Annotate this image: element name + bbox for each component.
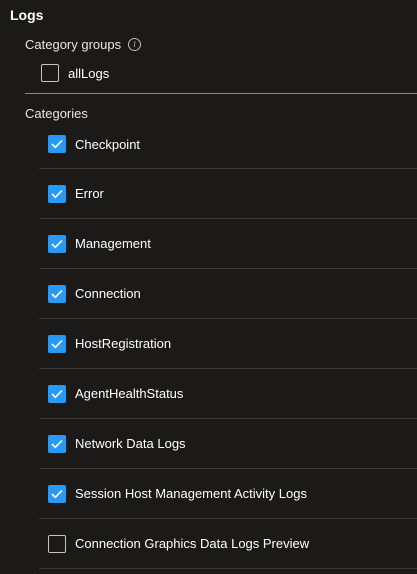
category-label: Connection (75, 286, 141, 301)
checkbox-hostregistration[interactable] (48, 334, 66, 353)
category-label: Checkpoint (75, 136, 141, 152)
categories-list: Checkpoint Error Management Connection H… (39, 120, 417, 569)
category-item-checkpoint[interactable]: Checkpoint (39, 120, 417, 169)
checkbox-alllogs[interactable]: allLogs (41, 64, 109, 82)
section-divider (25, 93, 417, 94)
logs-section-title: Logs (10, 7, 44, 23)
checkmark-icon (51, 339, 63, 348)
category-item-agenthealthstatus[interactable]: AgentHealthStatus (39, 369, 417, 419)
checkmark-icon (51, 139, 63, 149)
checkmark-icon (51, 439, 63, 448)
categories-label: Categories (25, 106, 88, 121)
checkbox-connection[interactable] (48, 284, 66, 303)
category-groups-header: Category groups i (25, 37, 142, 52)
category-item-error[interactable]: Error (39, 169, 417, 219)
category-item-hostregistration[interactable]: HostRegistration (39, 319, 417, 369)
checkmark-icon (51, 389, 63, 398)
category-label: HostRegistration (75, 336, 172, 351)
checkmark-icon (51, 239, 63, 248)
info-icon[interactable]: i (128, 38, 142, 51)
category-label: Session Host Management Activity Logs (75, 486, 307, 501)
category-label: Management (75, 236, 151, 251)
checkbox-session-host-management[interactable] (48, 484, 66, 503)
category-item-connection-graphics[interactable]: Connection Graphics Data Logs Preview (39, 519, 417, 569)
category-label: Network Data Logs (75, 436, 186, 451)
checkbox-alllogs-box[interactable] (41, 64, 59, 82)
checkmark-icon (51, 189, 63, 198)
category-groups-label: Category groups (25, 37, 122, 52)
checkbox-checkpoint[interactable] (48, 135, 66, 153)
category-item-connection[interactable]: Connection (39, 269, 417, 319)
category-label: Connection Graphics Data Logs Preview (75, 536, 310, 551)
checkbox-connection-graphics[interactable] (48, 534, 66, 553)
category-item-session-host-management[interactable]: Session Host Management Activity Logs (39, 469, 417, 519)
checkbox-management[interactable] (48, 234, 66, 253)
category-item-management[interactable]: Management (39, 219, 417, 269)
category-label: Error (75, 186, 104, 201)
checkbox-error[interactable] (48, 184, 66, 203)
checkbox-alllogs-label: allLogs (68, 65, 110, 81)
category-label: AgentHealthStatus (75, 386, 184, 401)
checkbox-network-data-logs[interactable] (48, 434, 66, 453)
checkmark-icon (51, 289, 63, 298)
checkmark-icon (51, 489, 63, 498)
checkbox-agenthealthstatus[interactable] (48, 384, 66, 403)
category-item-network-data-logs[interactable]: Network Data Logs (39, 419, 417, 469)
